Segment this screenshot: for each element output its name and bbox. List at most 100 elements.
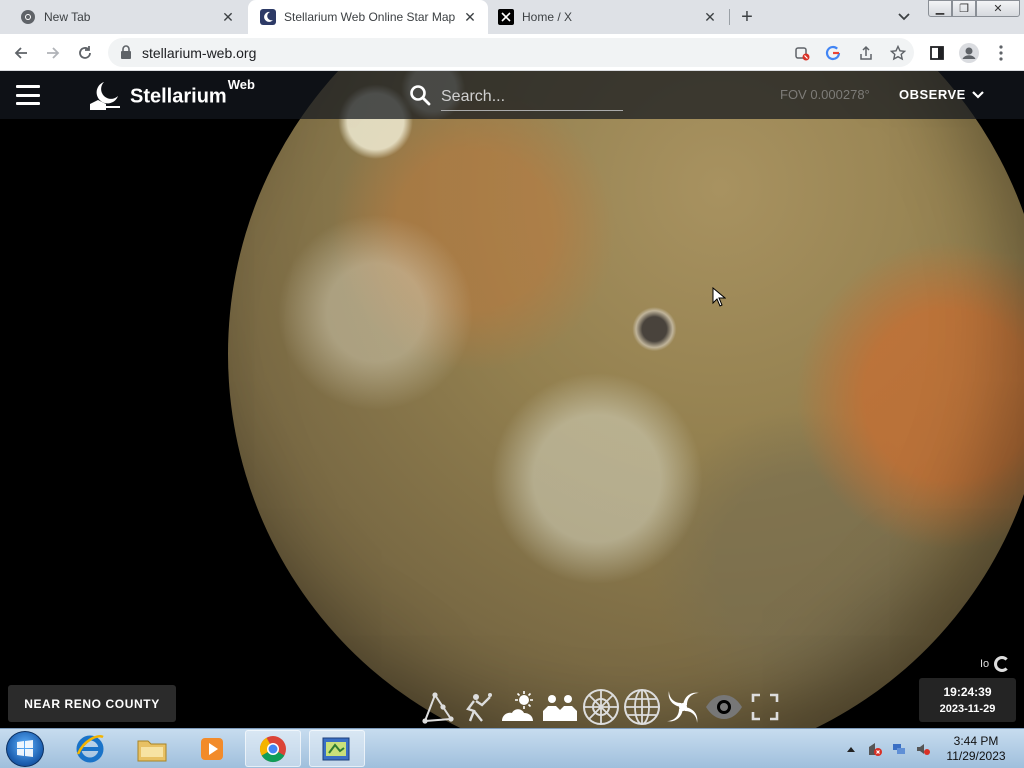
atmosphere-icon — [501, 691, 533, 721]
windows-logo-icon — [17, 740, 33, 757]
side-panel-icon — [930, 46, 944, 60]
location-label: NEAR RENO COUNTY — [24, 696, 160, 711]
tab-label: Stellarium Web Online Star Map — [284, 10, 456, 24]
clock-time: 3:44 PM — [953, 734, 999, 748]
new-tab-button[interactable]: + — [735, 5, 759, 29]
equatorial-grid-icon — [623, 689, 660, 725]
back-button[interactable] — [8, 40, 34, 66]
minimize-button[interactable]: ▁ — [928, 0, 952, 17]
bookmark-star-icon[interactable] — [888, 43, 908, 63]
taskbar-app-window[interactable] — [309, 730, 365, 767]
tab-x-home[interactable]: Home / X ✕ — [488, 0, 728, 34]
taskbar-chrome[interactable] — [245, 730, 301, 767]
show-hidden-icons-button[interactable] — [844, 742, 858, 756]
sky-view[interactable]: StellariumWeb FOV 0.000278° OBSERVE NEAR… — [0, 71, 1024, 728]
app-window-icon — [322, 737, 350, 760]
restore-button[interactable]: ❐ — [952, 0, 976, 17]
windows-taskbar: 3:44 PM 11/29/2023 — [0, 728, 1024, 768]
address-bar[interactable]: stellarium-web.org — [108, 38, 914, 67]
network-icon[interactable] — [892, 742, 906, 756]
brand-name: Stellarium — [130, 85, 227, 108]
night-mode-eye-icon — [705, 695, 742, 719]
tab-label: Home / X — [522, 10, 573, 24]
time-display: 19:24:39 — [943, 685, 992, 699]
mouse-cursor-icon — [712, 287, 726, 307]
forward-arrow-icon — [47, 47, 60, 59]
tab-new-tab[interactable]: New Tab ✕ — [0, 0, 246, 34]
azimuthal-grid-button[interactable] — [580, 687, 621, 727]
window-close-button[interactable]: ✕ — [976, 0, 1020, 17]
reload-button[interactable] — [72, 40, 98, 66]
url-text: stellarium-web.org — [142, 45, 257, 61]
taskbar-internet-explorer[interactable] — [62, 730, 118, 767]
io-moon-render[interactable] — [228, 71, 1024, 728]
media-player-icon — [201, 737, 223, 760]
chevron-down-icon — [898, 13, 910, 21]
action-center-icon[interactable] — [868, 742, 882, 756]
taskbar-media-player[interactable] — [184, 730, 240, 767]
brand-title: StellariumWeb — [130, 77, 255, 109]
start-button[interactable] — [6, 731, 44, 767]
reload-icon — [79, 46, 91, 59]
close-icon[interactable]: ✕ — [462, 9, 478, 25]
date-time-panel[interactable]: 19:24:39 2023-11-29 — [919, 678, 1016, 722]
stellarium-logo-icon — [90, 82, 120, 110]
night-mode-button[interactable] — [703, 687, 744, 727]
window-controls: ▁ ❐ ✕ — [928, 0, 1020, 18]
system-clock[interactable]: 3:44 PM 11/29/2023 — [938, 734, 1014, 764]
hamburger-menu-icon[interactable] — [16, 85, 40, 105]
date-display: 2023-11-29 — [939, 703, 996, 715]
constellation-lines-icon — [421, 692, 454, 724]
selected-object-indicator[interactable]: Io — [980, 656, 1011, 672]
tab-search-button[interactable] — [893, 6, 915, 28]
browser-menu-button[interactable] — [988, 40, 1014, 66]
chevron-down-icon — [972, 90, 984, 99]
chevron-up-icon — [847, 747, 855, 752]
bottom-toolbar — [416, 685, 785, 728]
stellarium-favicon — [260, 9, 276, 25]
chrome-icon — [259, 735, 286, 762]
folder-icon — [137, 740, 167, 761]
brand-suffix: Web — [227, 77, 255, 92]
lock-icon[interactable] — [120, 44, 132, 65]
fullscreen-icon — [751, 693, 778, 721]
x-logo-icon — [498, 9, 514, 25]
atmosphere-button[interactable] — [498, 687, 539, 727]
constellation-art-icon — [465, 693, 492, 722]
landscape-button[interactable] — [539, 687, 580, 727]
observe-label: OBSERVE — [899, 87, 966, 102]
chrome-icon — [20, 9, 36, 25]
equatorial-grid-button[interactable] — [621, 687, 662, 727]
profile-button[interactable] — [956, 40, 982, 66]
taskbar-file-explorer[interactable] — [124, 730, 180, 767]
google-translate-icon[interactable] — [823, 43, 843, 63]
share-icon[interactable] — [856, 43, 876, 63]
avatar-icon — [959, 43, 979, 63]
tab-divider — [729, 9, 730, 25]
constellation-art-button[interactable] — [457, 687, 498, 727]
internet-explorer-icon — [76, 734, 104, 762]
fov-readout: FOV 0.000278° — [780, 87, 870, 102]
landscape-icon — [542, 695, 577, 721]
volume-muted-icon[interactable] — [916, 742, 930, 756]
side-panel-button[interactable] — [924, 40, 950, 66]
tab-stellarium[interactable]: Stellarium Web Online Star Map ✕ — [248, 0, 488, 34]
search-icon — [410, 85, 431, 106]
azimuthal-grid-icon — [582, 689, 619, 725]
constellation-lines-button[interactable] — [416, 687, 457, 727]
observe-button[interactable]: OBSERVE — [899, 87, 984, 102]
search-input[interactable] — [441, 83, 623, 111]
deep-sky-objects-icon — [666, 691, 699, 723]
loading-ring-icon — [994, 656, 1011, 672]
fullscreen-button[interactable] — [744, 687, 785, 727]
close-icon[interactable]: ✕ — [702, 9, 718, 25]
tab-label: New Tab — [44, 10, 91, 24]
location-button[interactable]: NEAR RENO COUNTY — [8, 685, 176, 722]
deep-sky-objects-button[interactable] — [662, 687, 703, 727]
browser-tab-strip: New Tab ✕ Stellarium Web Online Star Map… — [0, 0, 1024, 34]
blocked-popup-icon[interactable] — [792, 43, 812, 63]
kebab-menu-icon — [999, 45, 1003, 61]
close-icon[interactable]: ✕ — [220, 9, 236, 25]
back-arrow-icon — [14, 47, 27, 59]
forward-button[interactable] — [40, 40, 66, 66]
